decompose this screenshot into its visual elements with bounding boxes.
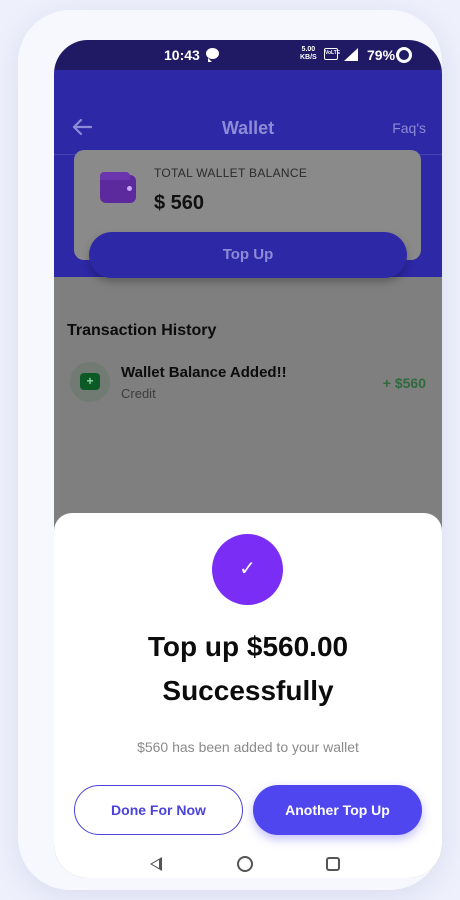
nav-recents-icon[interactable]: [326, 857, 340, 871]
transaction-amount: + $560: [382, 375, 426, 391]
balance-amount: $ 560: [154, 192, 205, 214]
status-bar: 10:43 5.00 KB/S VoLTE 79%: [54, 40, 442, 70]
device-frame: 10:43 5.00 KB/S VoLTE 79% Wallet Faq's T…: [18, 10, 442, 890]
page-title: Wallet: [221, 118, 275, 138]
phone-screen: 10:43 5.00 KB/S VoLTE 79% Wallet Faq's T…: [54, 40, 442, 878]
success-title: Top up $560.00 Successfully: [54, 625, 442, 713]
top-up-button[interactable]: Top Up: [89, 232, 407, 278]
signal-icon: [344, 48, 358, 61]
nav-home-icon[interactable]: [237, 856, 253, 872]
network-speed-value: 5.00: [301, 46, 316, 53]
transaction-type: Credit: [121, 386, 156, 401]
battery-ring-icon: [396, 47, 412, 63]
network-speed-unit: KB/S: [300, 54, 317, 61]
chat-notification-icon: [206, 48, 219, 62]
transaction-icon-badge: +: [70, 362, 110, 402]
faqs-link[interactable]: Faq's: [392, 120, 426, 136]
transaction-title: Wallet Balance Added!!: [121, 364, 287, 381]
another-top-up-button[interactable]: Another Top Up: [253, 785, 422, 835]
success-title-line2: Successfully: [162, 675, 334, 706]
success-subtitle: $560 has been added to your wallet: [137, 739, 359, 755]
wallet-add-icon: +: [80, 373, 100, 390]
balance-label: TOTAL WALLET BALANCE: [154, 166, 308, 180]
system-nav-bar: [54, 849, 442, 878]
wallet-icon: [100, 172, 136, 203]
network-speed: 5.00 KB/S: [300, 46, 317, 62]
success-bottom-sheet: ✓ Top up $560.00 Successfully $560 has b…: [54, 513, 442, 878]
success-title-line1: Top up $560.00: [147, 631, 349, 662]
check-icon: ✓: [212, 534, 283, 605]
volte-icon: VoLTE: [324, 48, 341, 60]
nav-back-icon[interactable]: [150, 857, 162, 871]
status-time: 10:43: [164, 47, 200, 63]
battery-percent: 79%: [367, 47, 396, 63]
done-for-now-button[interactable]: Done For Now: [74, 785, 243, 835]
volte-label: VoLTE: [325, 50, 341, 56]
transaction-history-heading: Transaction History: [67, 322, 217, 339]
